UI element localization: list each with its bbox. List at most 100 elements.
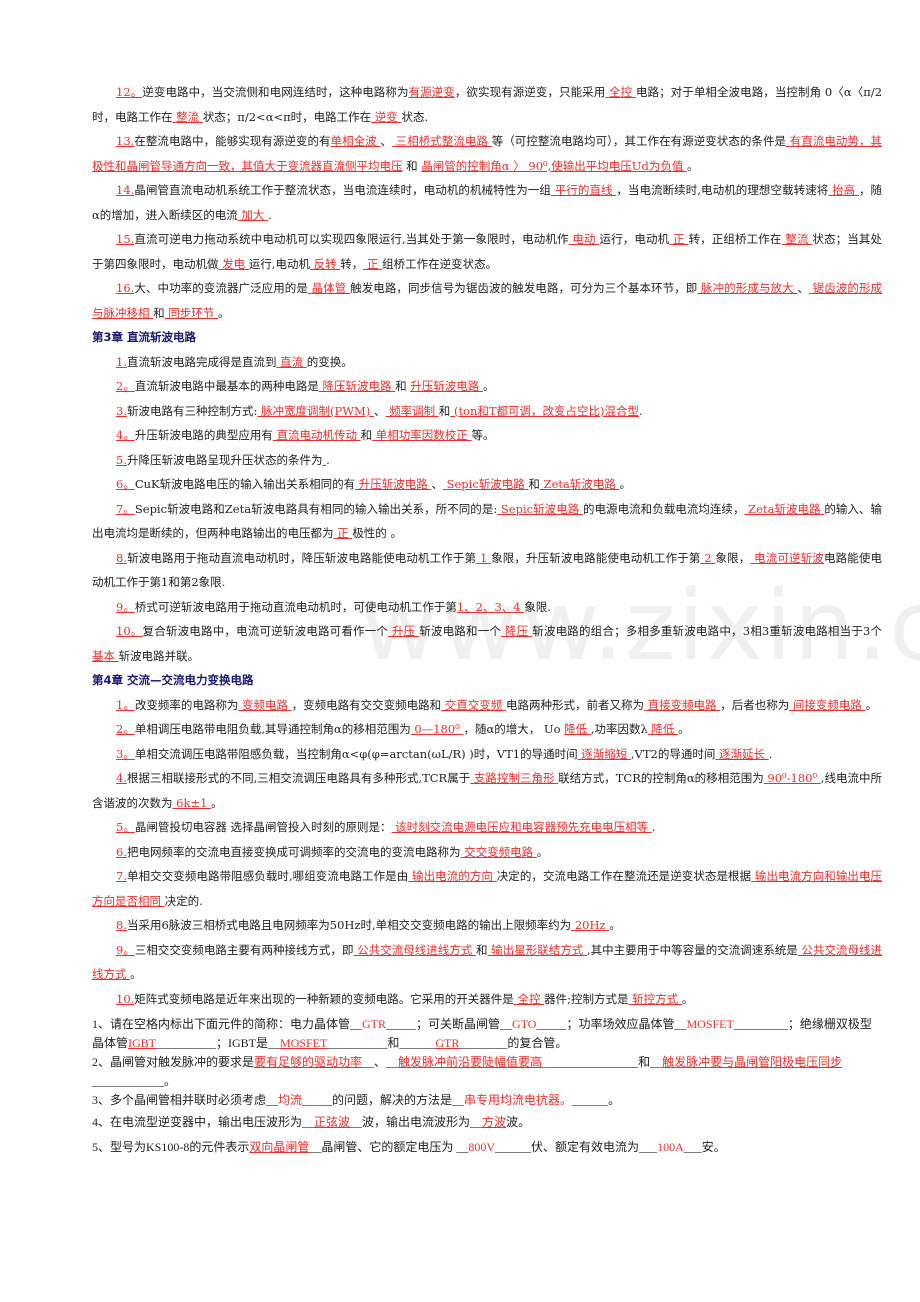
answer-blank: 触发脉冲前沿要陡幅值要高 [398,1055,543,1069]
question-text: 决定的，交流电路工作在整流还是逆变状态是根据 [496,869,752,883]
answer-blank: 6k±1 [172,795,212,810]
answer-blank: Sepic斩波电路 [497,501,583,516]
question-text: 斩波电路并联。 [118,648,200,663]
question-text: 斩波电路和一个 [419,624,502,638]
question-text: 改变频率的电路称为 [134,697,239,712]
answer-blank: 正 [363,256,383,271]
question-text: 器件;控制方式是 [544,991,629,1006]
question-text: 极性的 。 [352,526,402,540]
question-text: _____的问题，解决的方法是__ [302,1093,465,1107]
question-item: 6.把电网频率的交流电直接变换成可调频率的交流电的变流电路称为 交交变频电路 。 [92,840,882,865]
question-text: 运行，电动机 [599,232,670,246]
question-number: 2。 [116,722,135,736]
question-text: 波。 [506,1115,531,1129]
question-item: 12。逆变电路中，当交流侧和电网连结时，这种电路称为有源逆变，欲实现有源逆变，只… [92,80,882,129]
answer-blank: 逆变 [371,109,402,124]
question-number: 5。 [116,820,135,834]
question-text: __波，输出电流波形为__ [350,1115,483,1129]
question-text: 等。 [471,428,495,442]
answer-blank: 交直交变频 [441,697,506,712]
question-text: ，当电流断续时,电动机的理想空载转速将 [616,183,829,197]
answer-text: 800V [468,1140,496,1154]
answer-blank: GTR [435,1036,460,1050]
question-number: 9。 [116,942,135,957]
question-text: 斩波电路的组合；多相多重斩波电路中，3相3重斩波电路相当于3个 [532,624,883,638]
question-text: 、 [431,477,443,491]
question-text: 三相交交变频电路主要有两种接线方式，即 [134,942,354,957]
question-text: ,功率因数λ [590,722,648,736]
question-number: 10. [116,991,135,1006]
question-text: 状态；π/2<α<π时，电路工作在 [202,109,372,124]
section-chapter2-tail: 12。逆变电路中，当交流侧和电网连结时，这种电路称为有源逆变，欲实现有源逆变，只… [92,80,882,325]
answer-blank: 电动 [568,232,600,246]
answer-blank: 电流可逆斩波 [750,550,824,565]
answer-blank: 交交变频电路 [460,844,537,859]
question-text: 2、晶闸管对触发脉冲的要求是 [92,1055,255,1069]
question-text: . [268,207,272,222]
question-number: 9。 [116,599,135,614]
fill-blank-question: 3、多个晶闸管相并联时必须考虑__均流_____的问题，解决的方法是__串专用均… [92,1091,882,1110]
answer-blank: IGBT [128,1036,157,1050]
question-item: 5。晶闸管投切电容器 选择晶闸管投入时刻的原则是： 该时刻交流电源电压应和电容器… [92,815,882,840]
question-text: ____________。 [92,1074,177,1088]
question-text: 根据三相联接形式的不同,三相交流调压电路具有多种形式,TCR属于 [126,771,471,785]
answer-blank: 整流 [781,232,813,246]
question-text: ________的复合管。 [459,1036,568,1050]
answer-blank: 升压 [388,624,420,638]
question-text: 和 [360,428,373,442]
question-text: 运行,电动机 [248,256,310,271]
question-number: 2。 [116,379,135,393]
question-item: 7。Sepic斩波电路和Zeta斩波电路具有相同的输入输出关系，所不同的是: S… [92,497,882,546]
answer-blank: 升压斩波电路 [410,379,483,393]
answer-blank: 降压 [501,624,533,638]
answer-blank: 降低 [564,722,591,736]
question-item: 15.直流可逆电力拖动系统中电动机可以实现四象限运行,当其处于第一象限时，电动机… [92,227,882,276]
question-text: Sepic斩波电路和Zeta斩波电路具有相同的输入输出关系，所不同的是: [134,501,498,516]
question-text: 直流斩波电路中最基本的两种电路是 [134,379,319,393]
question-text: 状态. [401,109,429,124]
question-text: 。 [687,158,699,173]
question-number: 8. [116,918,127,932]
section-questions: 1、请在空格内标出下面元件的简称：电力晶体管__GTR_____；可关断晶闸管_… [92,1015,882,1160]
question-number: 5. [116,452,127,467]
question-item: 2。直流斩波电路中最基本的两种电路是 降压斩波电路 和 升压斩波电路 。 [92,374,882,399]
answer-blank: 逐渐延长 [715,746,769,761]
question-item: 2。单相调压电路带电阻负载,其导通控制角α的移相范围为 0—180⁰ ，随α的增… [92,717,882,742]
question-text: _____；功率场效应晶体管__ [536,1017,687,1031]
question-text: 1、请在空格内标出下面元件的简称：电力晶体管__ [92,1017,363,1031]
question-text: CuK斩波电路电压的输入输出关系相同的有 [134,477,356,491]
question-text: 斩波电路有三种控制方式: [126,403,258,418]
question-text: ___安。 [683,1140,726,1154]
question-text: 大、中功率的变流器广泛应用的是 [134,281,308,295]
document-page: 12。逆变电路中，当交流侧和电网连结时，这种电路称为有源逆变，欲实现有源逆变，只… [92,80,882,1160]
answer-blank: Sepic斩波电路 [442,477,529,491]
question-item: 4。升压斩波电路的典型应用有 直流电动机传动 和 单相功率因数校正 等。 [92,423,882,448]
question-text: 。 [211,795,223,810]
question-item: 3。单相交流调压电路带阻感负载，当控制角α<φ(φ=arctan(ωL/R) )… [92,742,882,767]
question-text: 3、多个晶闸管相并联时必须考虑__ [92,1093,279,1107]
answer-blank: 有源逆变 [408,85,455,99]
question-text: 。 [678,722,690,736]
question-item: 5.升降压斩波电路呈现升压状态的条件为 . [92,448,882,473]
question-text: 象限，升压斩波电路能使电动机工作于第 [491,550,701,565]
question-text: 斩波电路用于拖动直流电动机时，降压斩波电路能使电动机工作于第 [126,550,477,565]
answer-blank: (ton和T都可调，改变占空比)混合型 [450,403,640,418]
question-item: 8.斩波电路用于拖动直流电动机时，降压斩波电路能使电动机工作于第 1 象限，升压… [92,546,882,595]
answer-text: 100A [657,1140,684,1154]
question-text: 单相交流调压电路带阻感负载，当控制角α<φ(φ=arctan(ωL/R) )时，… [134,746,578,761]
question-text: 的电源电流和负载电流均连续， [582,501,745,516]
fill-blank-question: 2、晶闸管对触发脉冲的要求是要有足够的驱动功率__、__触发脉冲前沿要陡幅值要高… [92,1053,882,1091]
question-text: 单相交交变频电路带阻感负载时,哪组变流电路工作是由 [126,869,409,883]
fill-blank-question: 5、型号为KS100-8的元件表示双向晶闸管__晶闸管、它的额定电压为 __80… [92,1135,882,1160]
question-text: 电路两种形式，前者又称为 [505,697,644,712]
question-text: __、__ [362,1055,399,1069]
question-text: 转， [340,256,364,271]
question-number: 6. [116,844,127,859]
question-text: 、 [380,134,392,148]
answer-blank: 同步环节 [164,305,218,320]
section-chapter3: 1.直流斩波电路完成得是直流到 直流 的变换。 2。直流斩波电路中最基本的两种电路… [92,350,882,669]
question-item: 13.在整流电路中，能够实现有源逆变的有单相全波 、 三相桥式整流电路 等（可控… [92,129,882,178]
question-number: 1。 [116,697,135,712]
answer-blank: Zeta斩波电路 [539,477,620,491]
question-text: ，欲实现有源逆变，只能采用 [454,85,606,99]
